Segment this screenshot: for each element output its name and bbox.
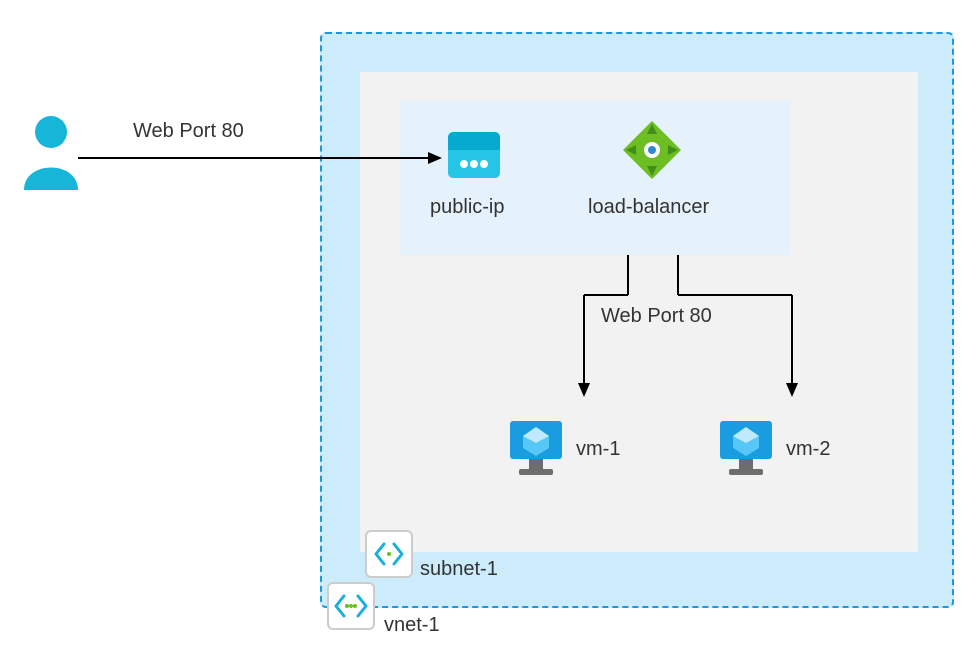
vm2-label: vm-2 [786,438,830,461]
load-balancer-icon [620,118,684,182]
vm-icon [507,418,565,480]
arrow-user-to-publicip [78,138,448,178]
vnet-icon-badge [327,582,375,630]
vm-icon [717,418,775,480]
load-balancer-label: load-balancer [588,196,709,219]
subnet-label: subnet-1 [420,558,498,581]
arrow-lb-to-vms-label: Web Port 80 [601,305,712,328]
vnet-label: vnet-1 [384,614,440,637]
arrow-user-to-publicip-label: Web Port 80 [133,120,244,143]
subnet-icon [374,542,404,566]
public-ip-icon [446,130,502,180]
user-icon [18,112,84,192]
public-ip-label: public-ip [430,196,504,219]
diagram-canvas: { "arrows": { "user_to_publicip_label": … [0,0,969,669]
vm1-label: vm-1 [576,438,620,461]
subnet-icon-badge [365,530,413,578]
vnet-icon [334,594,368,618]
arrow-lb-to-vms [560,255,820,405]
